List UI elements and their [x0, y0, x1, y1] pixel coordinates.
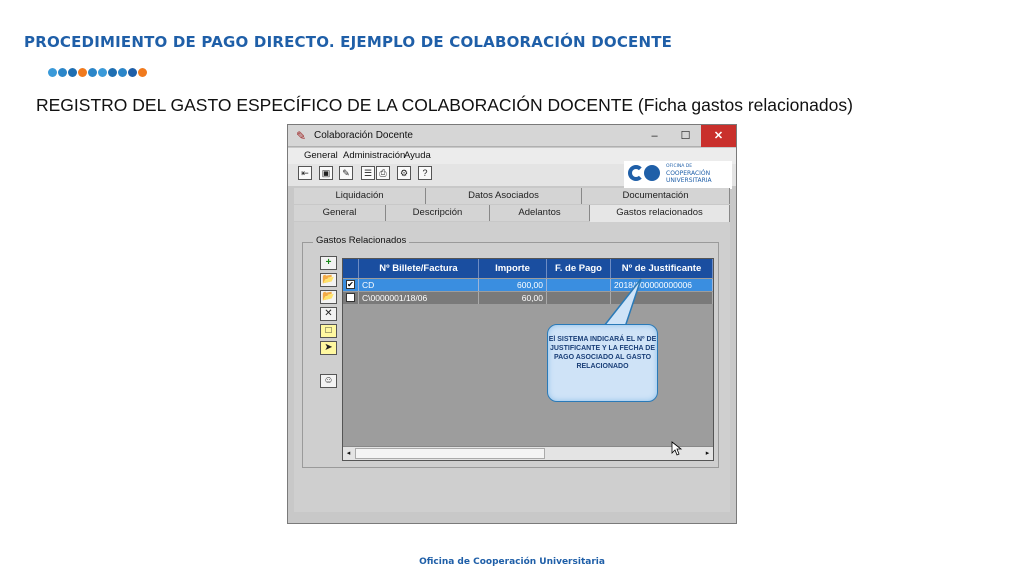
decorative-dot	[78, 68, 87, 77]
logo-circle-icon	[644, 165, 660, 181]
decorative-dot	[118, 68, 127, 77]
logo-text: COOPERACIÓN UNIVERSITARIA	[666, 170, 712, 184]
slide-subtitle: REGISTRO DEL GASTO ESPECÍFICO DE LA COLA…	[36, 95, 853, 115]
tab-documentacion[interactable]: Documentación	[582, 188, 730, 204]
save-icon[interactable]: ▣	[319, 166, 333, 180]
decorative-dots	[48, 68, 147, 77]
scroll-right-icon[interactable]: ▸	[702, 448, 713, 460]
app-icon: ✎	[296, 129, 307, 143]
row-checkbox-cell	[343, 292, 359, 304]
cell-billete: CD	[359, 279, 479, 291]
cell-fecha-pago	[547, 279, 611, 291]
help-icon[interactable]: ?	[418, 166, 432, 180]
scroll-left-icon[interactable]: ◂	[343, 448, 354, 460]
scrollbar-thumb[interactable]	[355, 448, 545, 459]
tools-icon[interactable]: ⚙	[397, 166, 411, 180]
edit-document-icon[interactable]: ➤	[320, 341, 337, 355]
group-label: Gastos Relacionados	[313, 235, 410, 246]
tab-general[interactable]: General	[294, 205, 386, 221]
preview-icon[interactable]: ☰	[361, 166, 375, 180]
tab-descripcion[interactable]: Descripción	[386, 205, 490, 221]
open-folder-icon[interactable]: 📂	[320, 273, 337, 287]
maximize-button[interactable]: ☐	[670, 125, 701, 147]
tab-adelantos[interactable]: Adelantos	[490, 205, 590, 221]
gastos-table: Nº Billete/Factura Importe F. de Pago Nº…	[342, 258, 714, 461]
cell-importe: 600,00	[479, 279, 547, 291]
add-icon[interactable]: +	[320, 256, 337, 270]
cell-fecha-pago	[547, 292, 611, 304]
print-icon[interactable]: ⎙	[376, 166, 390, 180]
decorative-dot	[48, 68, 57, 77]
close-button[interactable]: ✕	[701, 125, 736, 147]
menu-ayuda[interactable]: Ayuda	[404, 150, 431, 161]
table-header-justificante[interactable]: Nº de Justificante	[611, 259, 713, 278]
menu-administracion[interactable]: Administración	[343, 150, 405, 161]
tabs-row-2: General Descripción Adelantos Gastos rel…	[294, 205, 730, 223]
callout-note: El SISTEMA INDICARÁ EL Nº DE JUSTIFICANT…	[547, 324, 658, 402]
table-row[interactable]: ✔ CD 600,00 2018/000000000006	[343, 279, 713, 291]
delete-icon[interactable]: ✕	[320, 307, 337, 321]
cell-importe: 60,00	[479, 292, 547, 304]
tabs-row-1: Liquidación Datos Asociados Documentació…	[294, 188, 730, 204]
university-logo: OFICINA DE COOPERACIÓN UNIVERSITARIA	[624, 161, 732, 189]
exit-icon[interactable]: ⇤	[298, 166, 312, 180]
tab-gastos-relacionados[interactable]: Gastos relacionados	[590, 205, 730, 223]
open-folder-icon[interactable]: 📂	[320, 290, 337, 304]
footer-text: Oficina de Cooperación Universitaria	[419, 557, 605, 567]
logo-small-text: OFICINA DE	[666, 164, 693, 169]
decorative-dot	[138, 68, 147, 77]
cell-justificante: 2018/000000000006	[611, 279, 713, 291]
table-header-billete[interactable]: Nº Billete/Factura	[359, 259, 479, 278]
decorative-dot	[128, 68, 137, 77]
logo-ring-icon	[628, 165, 644, 181]
application-window: ✎ Colaboración Docente – ☐ ✕ General Adm…	[287, 124, 737, 524]
menu-general[interactable]: General	[304, 150, 338, 161]
decorative-dot	[108, 68, 117, 77]
slide-title: PROCEDIMIENTO DE PAGO DIRECTO. EJEMPLO D…	[24, 33, 673, 51]
row-checkbox[interactable]: ✔	[346, 280, 355, 289]
table-header-checkbox-col	[343, 259, 359, 278]
row-checkbox-cell: ✔	[343, 279, 359, 291]
cell-justificante	[611, 292, 713, 304]
new-document-icon[interactable]: □	[320, 324, 337, 338]
window-titlebar: ✎ Colaboración Docente – ☐ ✕	[288, 125, 736, 147]
cell-billete: C\0000001/18/06	[359, 292, 479, 304]
horizontal-scrollbar[interactable]: ◂ ▸	[343, 446, 713, 460]
row-checkbox[interactable]	[346, 293, 355, 302]
window-title: Colaboración Docente	[314, 130, 413, 141]
edit-icon[interactable]: ✎	[339, 166, 353, 180]
table-header-fecha-pago[interactable]: F. de Pago	[547, 259, 611, 278]
decorative-dot	[98, 68, 107, 77]
decorative-dot	[58, 68, 67, 77]
tab-datos-asociados[interactable]: Datos Asociados	[426, 188, 582, 204]
minimize-button[interactable]: –	[639, 125, 670, 147]
decorative-dot	[68, 68, 77, 77]
table-header-importe[interactable]: Importe	[479, 259, 547, 278]
search-user-icon[interactable]: ☺	[320, 374, 337, 388]
tab-liquidacion[interactable]: Liquidación	[294, 188, 426, 204]
decorative-dot	[88, 68, 97, 77]
table-row[interactable]: C\0000001/18/06 60,00	[343, 292, 713, 304]
